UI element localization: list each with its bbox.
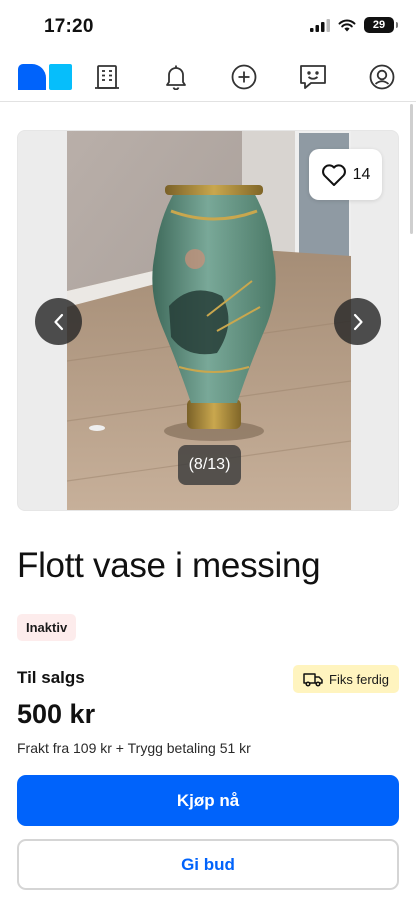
message-icon[interactable]	[296, 60, 330, 94]
delivery-truck-icon	[303, 672, 323, 687]
for-sale-label: Til salgs	[17, 668, 85, 687]
image-gallery[interactable]: 14 (8/13)	[17, 130, 399, 511]
previous-image-button[interactable]	[35, 298, 82, 345]
price: 500 kr	[17, 699, 96, 729]
wifi-icon	[338, 19, 356, 31]
status-bar: 17:20 29	[0, 0, 416, 52]
chevron-left-icon	[53, 313, 63, 330]
fiks-ferdig-label: Fiks ferdig	[329, 671, 389, 687]
bell-icon[interactable]	[159, 60, 193, 94]
battery-level: 29	[372, 19, 386, 31]
place-bid-button[interactable]: Gi bud	[17, 839, 399, 890]
building-icon[interactable]	[90, 60, 124, 94]
chevron-right-icon	[353, 313, 363, 330]
favorite-button[interactable]: 14	[309, 149, 382, 200]
favorite-count: 14	[352, 165, 371, 183]
buy-now-button[interactable]: Kjøp nå	[17, 775, 399, 826]
shipping-info: Frakt fra 109 kr + Trygg betaling 51 kr	[17, 740, 251, 756]
listing-title: Flott vase i messing	[17, 546, 321, 585]
status-badge: Inaktiv	[17, 614, 77, 641]
add-circle-icon[interactable]	[227, 60, 261, 94]
scroll-indicator	[410, 104, 413, 234]
image-counter: (8/13)	[178, 445, 241, 485]
finn-logo-icon[interactable]	[17, 60, 73, 94]
next-image-button[interactable]	[334, 298, 381, 345]
battery-icon: 29	[364, 17, 398, 33]
cellular-signal-icon	[310, 18, 330, 32]
top-navigation	[0, 52, 416, 102]
status-time: 17:20	[44, 16, 94, 37]
status-icons: 29	[310, 17, 398, 33]
fiks-ferdig-badge: Fiks ferdig	[293, 665, 399, 693]
heart-icon	[321, 163, 346, 186]
profile-icon[interactable]	[365, 60, 399, 94]
